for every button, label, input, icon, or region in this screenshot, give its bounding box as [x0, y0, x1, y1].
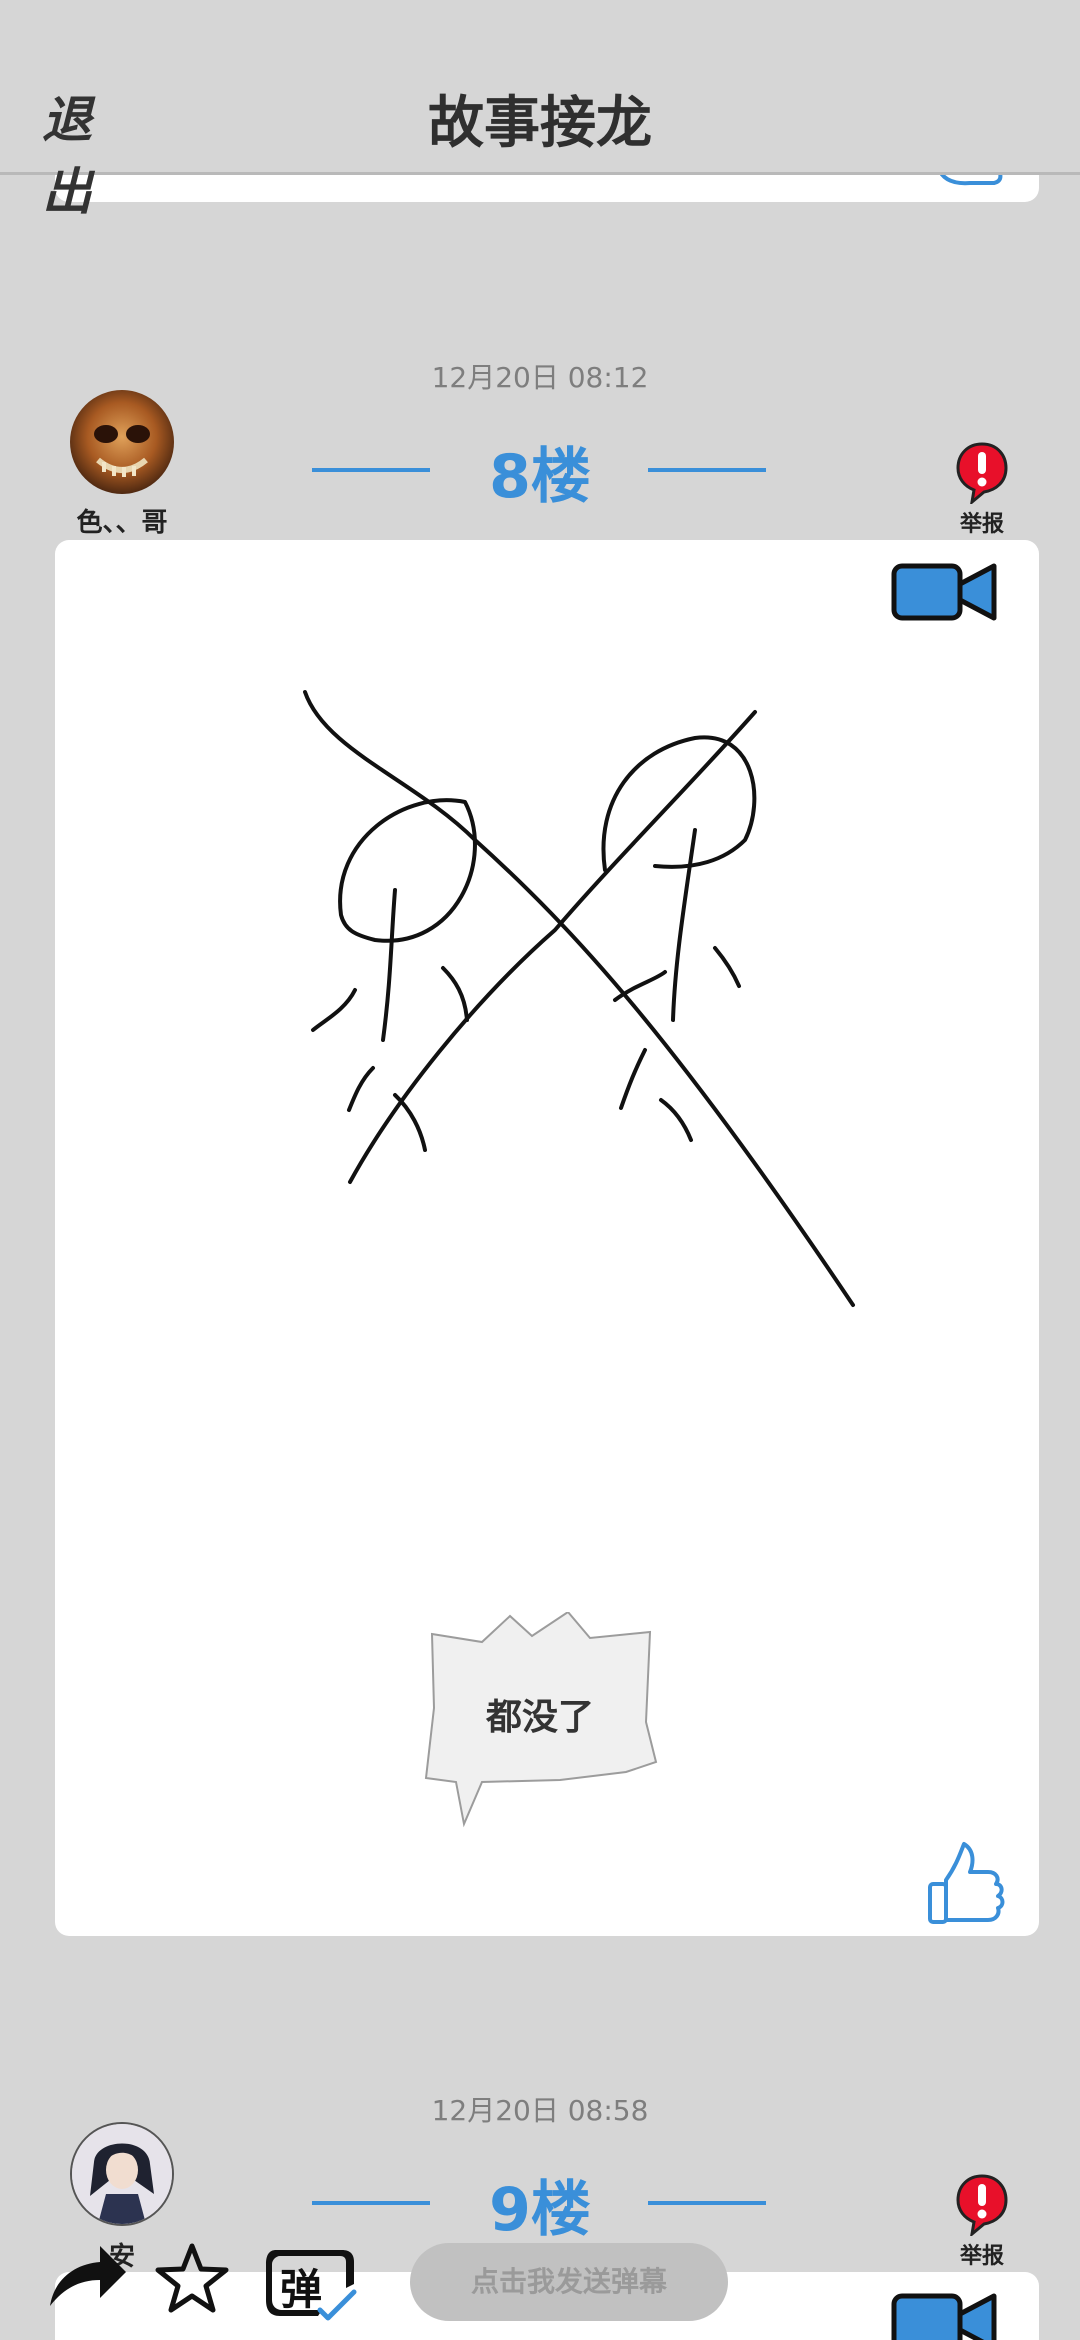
page-title: 故事接龙 [428, 91, 652, 156]
thumb-up-icon[interactable] [926, 1840, 1006, 1926]
floor-divider-right [648, 2201, 766, 2205]
avatar[interactable] [70, 2122, 174, 2226]
floor-divider-right [648, 468, 766, 472]
username: 色、、哥 [76, 508, 168, 538]
report-icon [956, 442, 1008, 506]
danmu-input[interactable]: 点击我发送弹幕 [410, 2243, 728, 2321]
danmu-toggle-button[interactable]: 弹 [262, 2240, 362, 2322]
floor-divider-left [312, 468, 430, 472]
floor-number: 9楼 [489, 2175, 591, 2245]
post-time: 12月20日 08:12 [431, 361, 649, 394]
floor-number: 8楼 [489, 442, 591, 512]
report-button[interactable]: 举报 [950, 2172, 1014, 2270]
report-label: 举报 [959, 2244, 1004, 2269]
story-drawing [303, 690, 855, 1307]
speech-text: 都没了 [485, 1697, 594, 1738]
floor-divider-left [312, 2201, 430, 2205]
camera-icon[interactable] [890, 2290, 1000, 2340]
avatar[interactable] [70, 390, 174, 494]
star-icon[interactable] [154, 2240, 230, 2316]
report-label: 举报 [959, 512, 1004, 537]
app-header: 退出 故事接龙 [0, 0, 1080, 221]
post-time: 12月20日 08:58 [431, 2094, 649, 2127]
danmu-toggle-char: 弹 [280, 2265, 323, 2314]
share-icon[interactable] [44, 2240, 130, 2312]
report-icon [956, 2174, 1008, 2238]
report-button[interactable]: 举报 [950, 440, 1014, 538]
